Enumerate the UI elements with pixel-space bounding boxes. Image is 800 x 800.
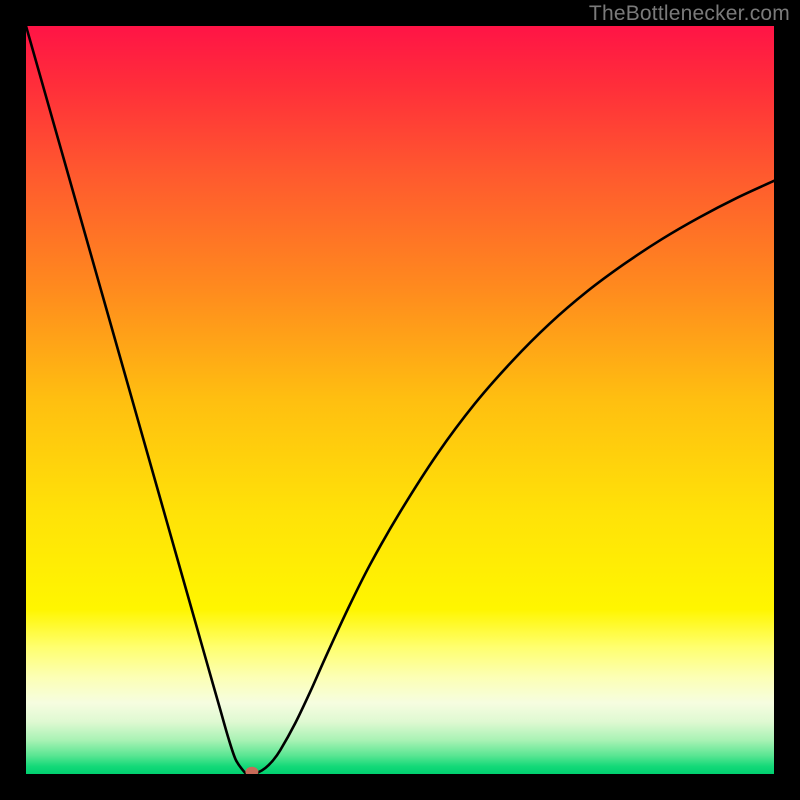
gradient-background xyxy=(26,26,774,774)
plot-area xyxy=(26,26,774,774)
attribution-text: TheBottlenecker.com xyxy=(589,2,790,26)
chart-svg xyxy=(26,26,774,774)
chart-frame: TheBottlenecker.com xyxy=(0,0,800,800)
